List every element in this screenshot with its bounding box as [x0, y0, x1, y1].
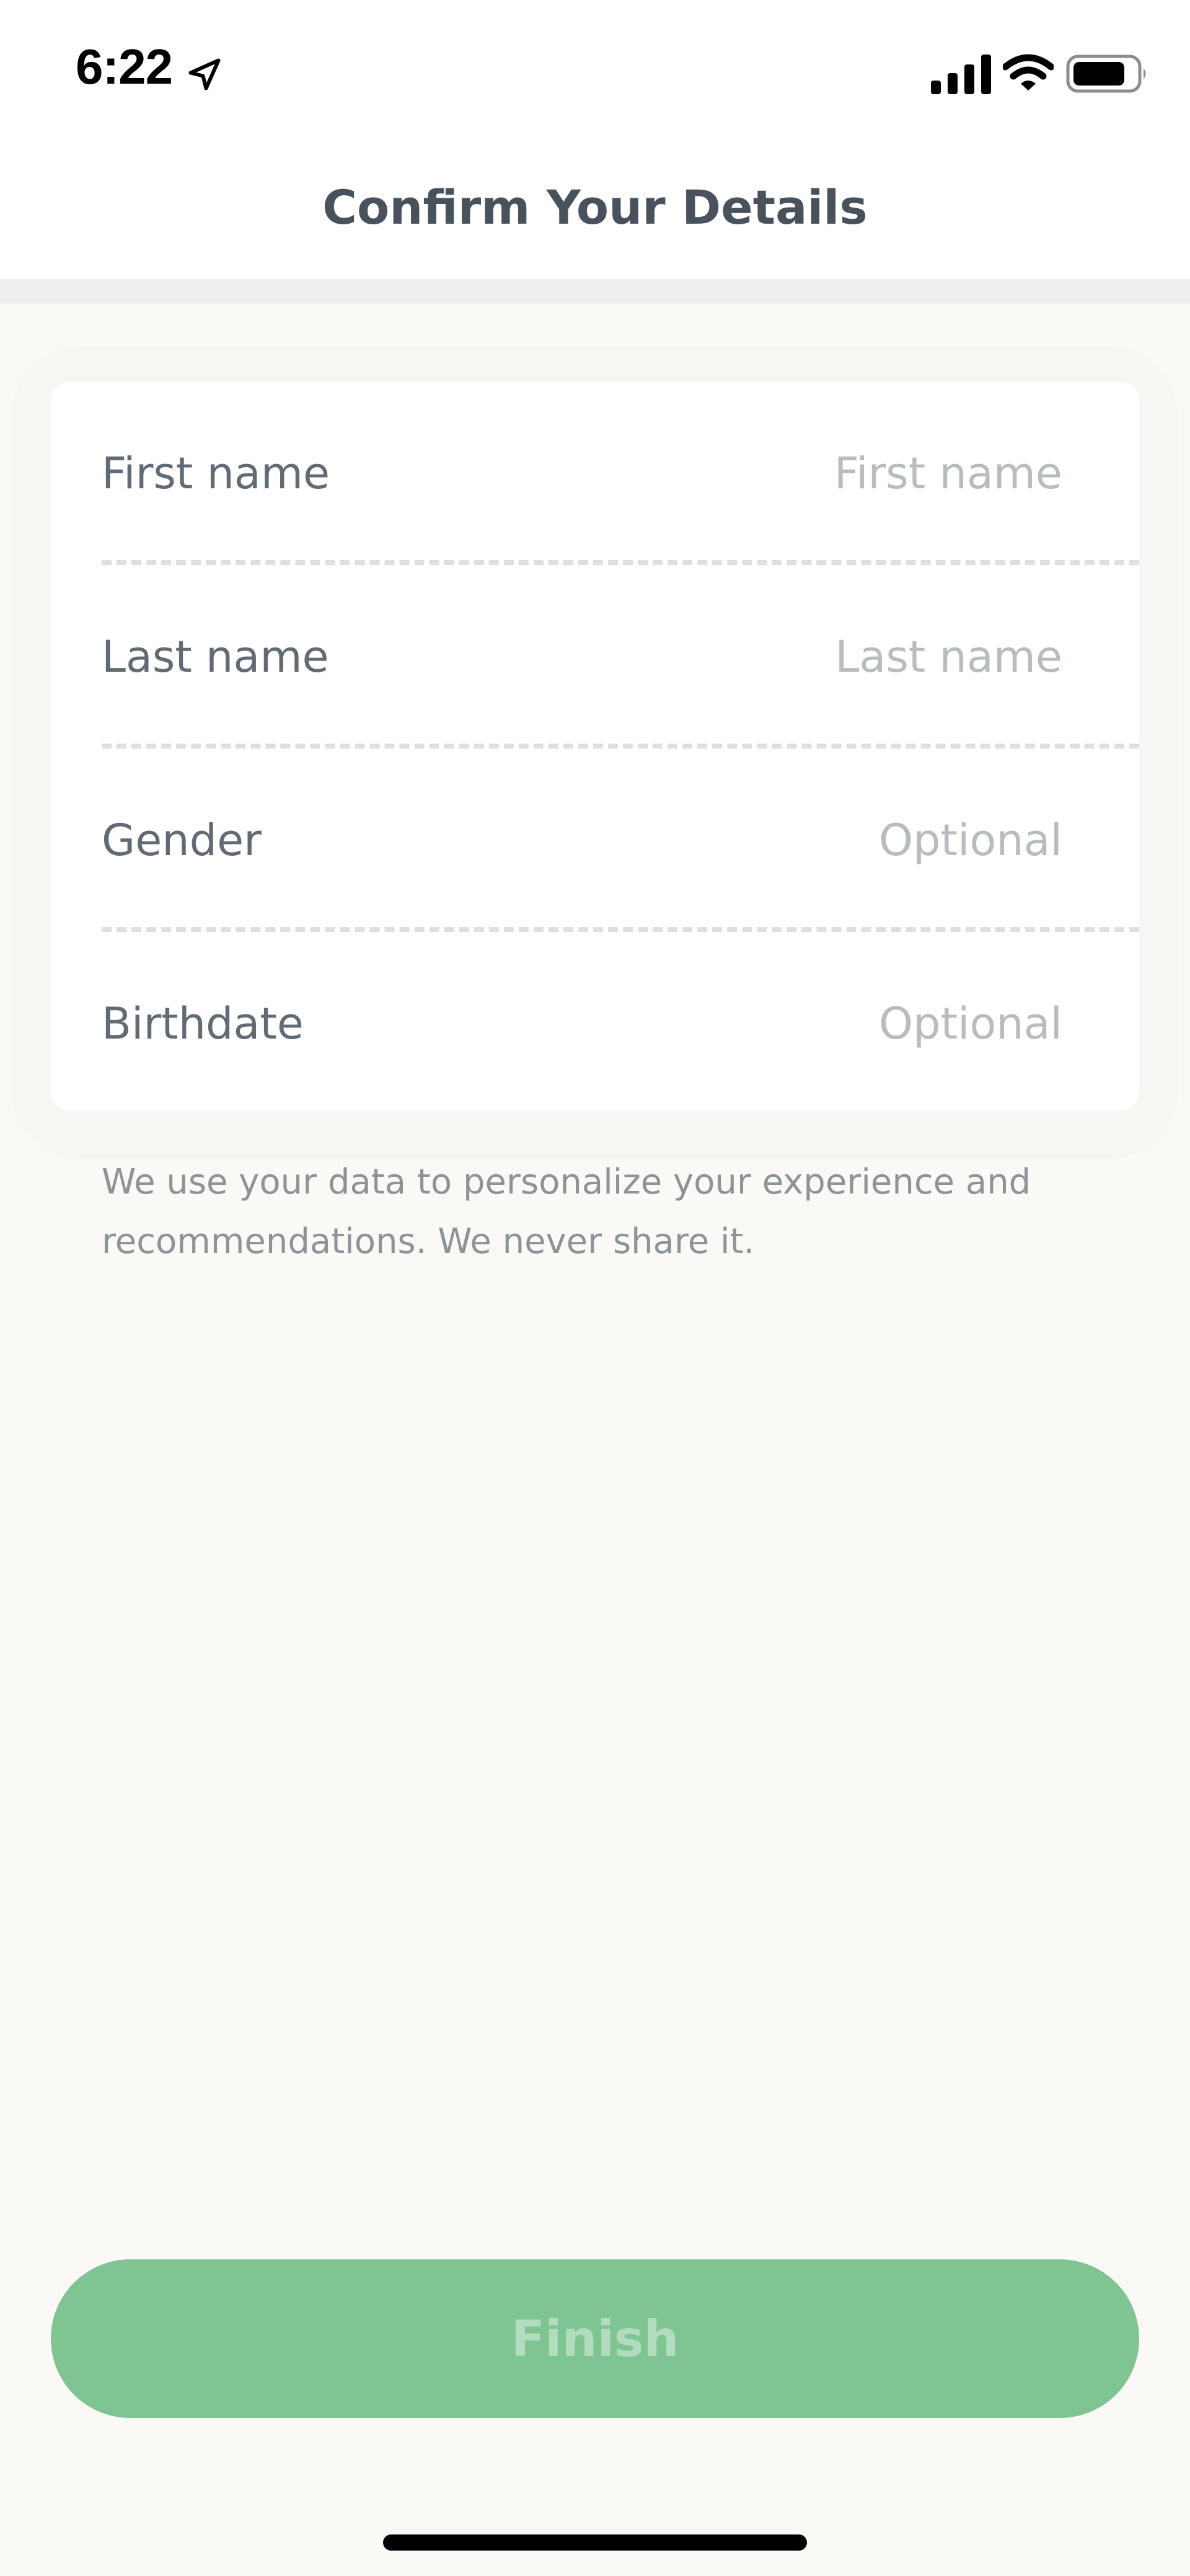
- first-name-input[interactable]: [505, 382, 1062, 565]
- gender-row[interactable]: Gender: [51, 749, 1139, 932]
- birthdate-label: Birthdate: [102, 998, 304, 1049]
- status-bar: 6:22: [0, 0, 1190, 136]
- last-name-label: Last name: [102, 631, 329, 682]
- row-divider: [102, 744, 1139, 749]
- first-name-label: First name: [102, 448, 330, 499]
- wifi-icon: [1003, 54, 1054, 90]
- row-divider: [102, 560, 1139, 565]
- row-divider: [102, 927, 1139, 932]
- details-form-card: First name Last name Gender Birthdate: [51, 382, 1139, 1115]
- home-indicator[interactable]: [383, 2534, 807, 2551]
- gender-picker[interactable]: [505, 749, 1062, 932]
- first-name-row[interactable]: First name: [51, 382, 1139, 565]
- page-title: Confirm Your Details: [322, 180, 868, 235]
- location-arrow-icon: [188, 58, 221, 90]
- birthdate-picker[interactable]: [505, 932, 1062, 1115]
- privacy-disclaimer: We use your data to personalize your exp…: [102, 1162, 1031, 1262]
- header-divider: [0, 279, 1190, 304]
- status-time: 6:22: [76, 39, 173, 94]
- nav-header: Confirm Your Details: [0, 136, 1190, 279]
- battery-icon: [1066, 55, 1146, 93]
- birthdate-row[interactable]: Birthdate: [51, 932, 1139, 1115]
- gender-label: Gender: [102, 815, 262, 866]
- finish-button[interactable]: Finish: [51, 2259, 1139, 2418]
- last-name-row[interactable]: Last name: [51, 565, 1139, 749]
- cellular-signal-icon: [931, 55, 991, 94]
- last-name-input[interactable]: [505, 565, 1062, 749]
